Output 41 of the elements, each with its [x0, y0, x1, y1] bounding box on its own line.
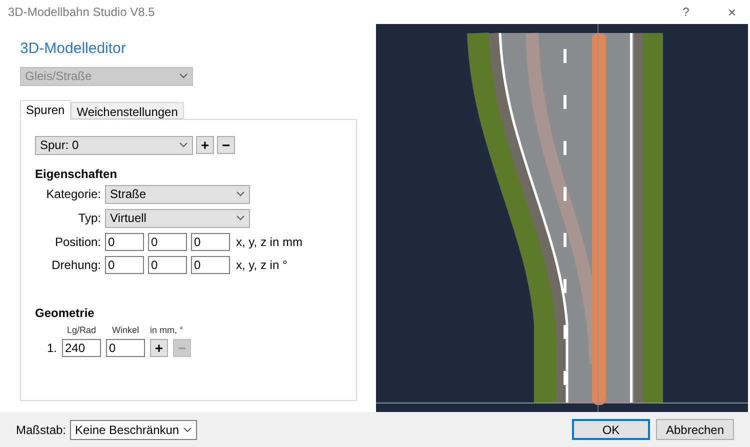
row-number: 1.: [46, 340, 57, 357]
field-label: Typ:: [77, 210, 101, 227]
type-dropdown[interactable]: Virtuell: [105, 208, 250, 228]
number-field[interactable]: 0: [148, 232, 187, 250]
action-button[interactable]: +: [150, 339, 168, 357]
number-field[interactable]: 0: [105, 256, 144, 274]
dialog-button[interactable]: OK: [572, 419, 650, 440]
tab[interactable]: Spuren: [20, 100, 71, 120]
number-field[interactable]: 240: [62, 339, 101, 357]
column-label: in mm, °: [150, 324, 184, 336]
scale-dropdown[interactable]: Keine Beschränkun: [70, 420, 198, 440]
help-button[interactable]: ?: [676, 3, 696, 21]
editor-heading: 3D-Modelleditor: [20, 39, 127, 59]
chevron-down-icon: [183, 426, 192, 432]
chevron-down-icon: [236, 215, 245, 221]
section-title: Geometrie: [35, 304, 96, 322]
field-label: Position:: [54, 234, 101, 250]
chevron-down-icon: [236, 191, 245, 197]
column-label: Lg/Rad: [66, 324, 98, 337]
number-field[interactable]: 0: [106, 339, 145, 357]
field-label: Drehung:: [50, 256, 101, 274]
category-dropdown[interactable]: Straße: [105, 184, 250, 204]
lane-dropdown[interactable]: Spur: 0: [35, 136, 193, 154]
column-label: Winkel: [110, 324, 140, 336]
chevron-down-icon: [179, 73, 188, 79]
window-title: 3D-Modellbahn Studio V8.5: [8, 4, 156, 21]
number-field[interactable]: 0: [191, 256, 230, 274]
unit-label: x, y, z in °: [236, 256, 288, 274]
field-label: Kategorie:: [45, 186, 101, 203]
scale-label: Maßstab:: [16, 422, 66, 438]
section-title: Eigenschaften: [35, 166, 118, 182]
number-field[interactable]: 0: [191, 232, 230, 250]
dialog-button[interactable]: Abbrechen: [656, 419, 734, 440]
chevron-down-icon: [179, 142, 188, 148]
action-button[interactable]: +: [196, 136, 214, 154]
close-button[interactable]: ×: [722, 2, 742, 22]
action-button[interactable]: −: [217, 136, 235, 154]
unit-label: x, y, z in mm: [236, 234, 302, 250]
tab[interactable]: Weichenstellungen: [70, 102, 184, 118]
number-field[interactable]: 0: [105, 232, 144, 250]
number-field[interactable]: 0: [148, 256, 187, 274]
